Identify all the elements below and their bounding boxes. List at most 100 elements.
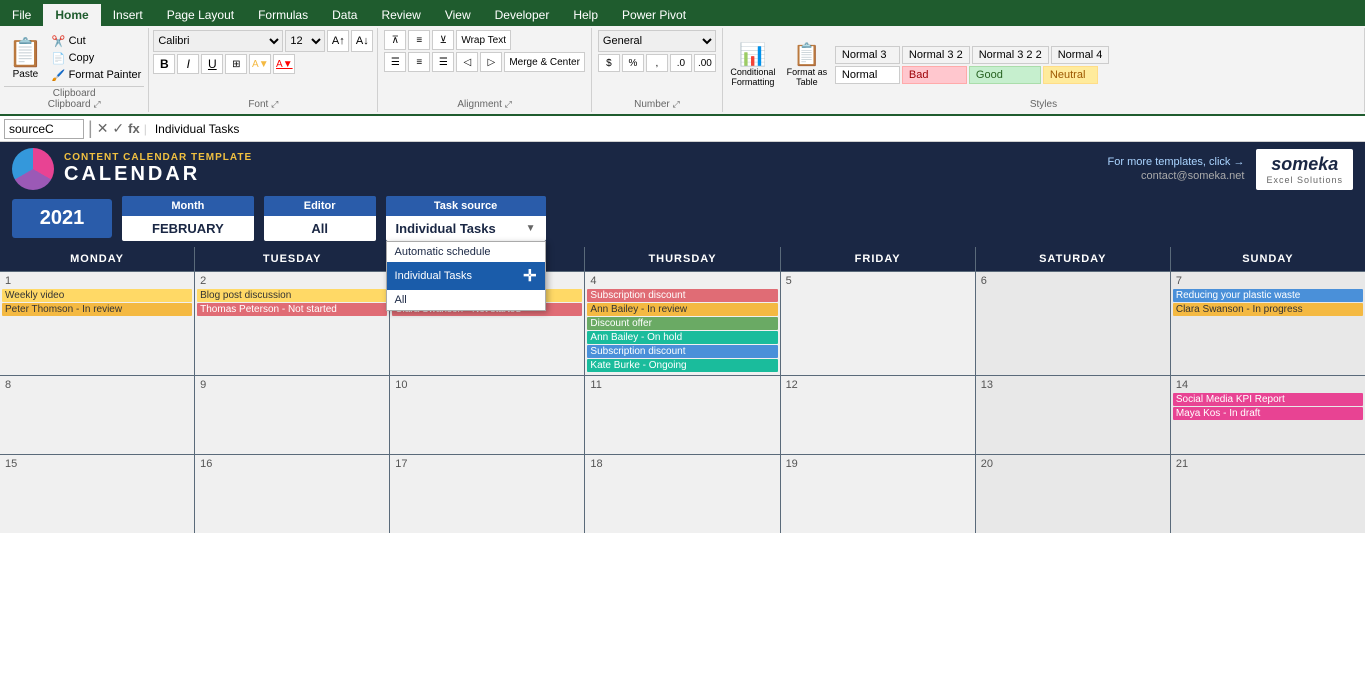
dropdown-item-all[interactable]: All <box>387 290 545 310</box>
format-as-table-button[interactable]: 📋 Format asTable <box>783 42 831 88</box>
confirm-icon[interactable]: ✓ <box>112 120 124 137</box>
task-source-label: Task source <box>386 196 546 216</box>
formula-bar: | ✕ ✓ fx | <box>0 116 1365 142</box>
tab-developer[interactable]: Developer <box>483 4 562 26</box>
tab-power-pivot[interactable]: Power Pivot <box>610 4 698 26</box>
style-normal4[interactable]: Normal 4 <box>1051 46 1110 64</box>
font-size-select[interactable]: 12 <box>285 30 325 52</box>
event: Subscription discount <box>587 289 777 302</box>
month-value[interactable]: FEBRUARY <box>122 216 254 241</box>
day-cell-21[interactable]: 21 <box>1171 455 1365 533</box>
paste-button[interactable]: 📋 Paste <box>4 34 47 82</box>
percent-button[interactable]: % <box>622 54 644 72</box>
merge-center-button[interactable]: Merge & Center <box>504 52 585 72</box>
day-cell-9[interactable]: 9 <box>195 376 389 454</box>
event: Discount offer <box>587 317 777 330</box>
day-cell-20[interactable]: 20 <box>976 455 1170 533</box>
template-link[interactable]: For more templates, click → <box>1108 156 1245 168</box>
tab-insert[interactable]: Insert <box>101 4 155 26</box>
day-cell-11[interactable]: 11 <box>585 376 779 454</box>
conditional-formatting-button[interactable]: 📊 ConditionalFormatting <box>727 42 779 88</box>
style-normal3[interactable]: Normal 3 <box>835 46 900 64</box>
increase-decimal-button[interactable]: .0 <box>670 54 692 72</box>
day-cell-7[interactable]: 7 Reducing your plastic waste Clara Swan… <box>1171 272 1365 375</box>
day-cell-5[interactable]: 5 <box>781 272 975 375</box>
day-cell-18[interactable]: 18 <box>585 455 779 533</box>
format-painter-button[interactable]: 🖌️ Format Painter <box>49 68 144 83</box>
day-cell-15[interactable]: 15 <box>0 455 194 533</box>
cut-button[interactable]: ✂️ Cut <box>49 34 144 49</box>
cell-reference-input[interactable] <box>4 119 84 139</box>
day-cell-19[interactable]: 19 <box>781 455 975 533</box>
tab-review[interactable]: Review <box>369 4 432 26</box>
day-number: 13 <box>978 378 1168 392</box>
day-cell-17[interactable]: 17 <box>390 455 584 533</box>
style-neutral[interactable]: Neutral <box>1043 66 1098 84</box>
wrap-text-button[interactable]: Wrap Text <box>456 30 511 50</box>
day-cell-6[interactable]: 6 <box>976 272 1170 375</box>
function-icon[interactable]: fx <box>128 121 140 136</box>
day-cell-10[interactable]: 10 <box>390 376 584 454</box>
conditional-formatting-icon: 📊 <box>739 42 766 68</box>
decrease-indent-button[interactable]: ◁ <box>456 52 478 72</box>
main-content: CONTENT CALENDAR TEMPLATE CALENDAR For m… <box>0 142 1365 533</box>
style-good[interactable]: Good <box>969 66 1041 84</box>
currency-button[interactable]: $ <box>598 54 620 72</box>
style-bad[interactable]: Bad <box>902 66 967 84</box>
tab-page-layout[interactable]: Page Layout <box>155 4 246 26</box>
day-header-monday: MONDAY <box>0 247 194 271</box>
event: Maya Kos - In draft <box>1173 407 1363 420</box>
tab-file[interactable]: File <box>0 4 43 26</box>
day-cell-2[interactable]: 2 Blog post discussion Thomas Peterson -… <box>195 272 389 375</box>
italic-button[interactable]: I <box>177 54 199 74</box>
border-button[interactable]: ⊞ <box>225 54 247 74</box>
day-number: 4 <box>587 274 777 288</box>
copy-button[interactable]: 📄 Copy <box>49 51 144 66</box>
number-format-select[interactable]: General <box>598 30 716 52</box>
event: Kate Burke - Ongoing <box>587 359 777 372</box>
tab-view[interactable]: View <box>433 4 483 26</box>
tab-home[interactable]: Home <box>43 4 100 26</box>
decrease-decimal-button[interactable]: .00 <box>694 54 716 72</box>
bold-button[interactable]: B <box>153 54 175 74</box>
formula-input[interactable] <box>151 121 1361 137</box>
style-normal322[interactable]: Normal 3 2 2 <box>972 46 1049 64</box>
style-normal32[interactable]: Normal 3 2 <box>902 46 970 64</box>
increase-indent-button[interactable]: ▷ <box>480 52 502 72</box>
font-color-button[interactable]: A▼ <box>273 54 295 74</box>
font-family-select[interactable]: Calibri <box>153 30 283 52</box>
event: Social Media KPI Report <box>1173 393 1363 406</box>
underline-button[interactable]: U <box>201 54 223 74</box>
day-header-thursday: THURSDAY <box>585 247 779 271</box>
comma-button[interactable]: , <box>646 54 668 72</box>
day-number: 7 <box>1173 274 1363 288</box>
align-right-button[interactable]: ☰ <box>432 52 454 72</box>
task-source-value[interactable]: Individual Tasks ▼ <box>386 216 546 241</box>
cancel-icon[interactable]: ✕ <box>97 120 109 137</box>
align-bottom-button[interactable]: ⊻ <box>432 30 454 50</box>
day-cell-12[interactable]: 12 <box>781 376 975 454</box>
clipboard-label: Clipboard <box>4 86 144 99</box>
style-normal[interactable]: Normal <box>835 66 900 84</box>
increase-font-button[interactable]: A↑ <box>327 30 349 52</box>
dropdown-item-auto[interactable]: Automatic schedule <box>387 242 545 262</box>
decrease-font-button[interactable]: A↓ <box>351 30 373 52</box>
day-cell-1[interactable]: 1 Weekly video Peter Thomson - In review <box>0 272 194 375</box>
tab-formulas[interactable]: Formulas <box>246 4 320 26</box>
tab-data[interactable]: Data <box>320 4 369 26</box>
align-middle-button[interactable]: ≡ <box>408 30 430 50</box>
year-display: 2021 <box>12 199 112 238</box>
month-control: Month FEBRUARY <box>122 196 254 241</box>
dropdown-item-individual[interactable]: Individual Tasks ✛ <box>387 262 545 290</box>
day-cell-16[interactable]: 16 <box>195 455 389 533</box>
editor-value[interactable]: All <box>264 216 376 241</box>
fill-color-button[interactable]: A▼ <box>249 54 271 74</box>
align-center-button[interactable]: ≡ <box>408 52 430 72</box>
tab-help[interactable]: Help <box>561 4 610 26</box>
align-top-button[interactable]: ⊼ <box>384 30 406 50</box>
day-cell-14[interactable]: 14 Social Media KPI Report Maya Kos - In… <box>1171 376 1365 454</box>
align-left-button[interactable]: ☰ <box>384 52 406 72</box>
day-cell-13[interactable]: 13 <box>976 376 1170 454</box>
day-cell-4[interactable]: 4 Subscription discount Ann Bailey - In … <box>585 272 779 375</box>
day-cell-8[interactable]: 8 <box>0 376 194 454</box>
